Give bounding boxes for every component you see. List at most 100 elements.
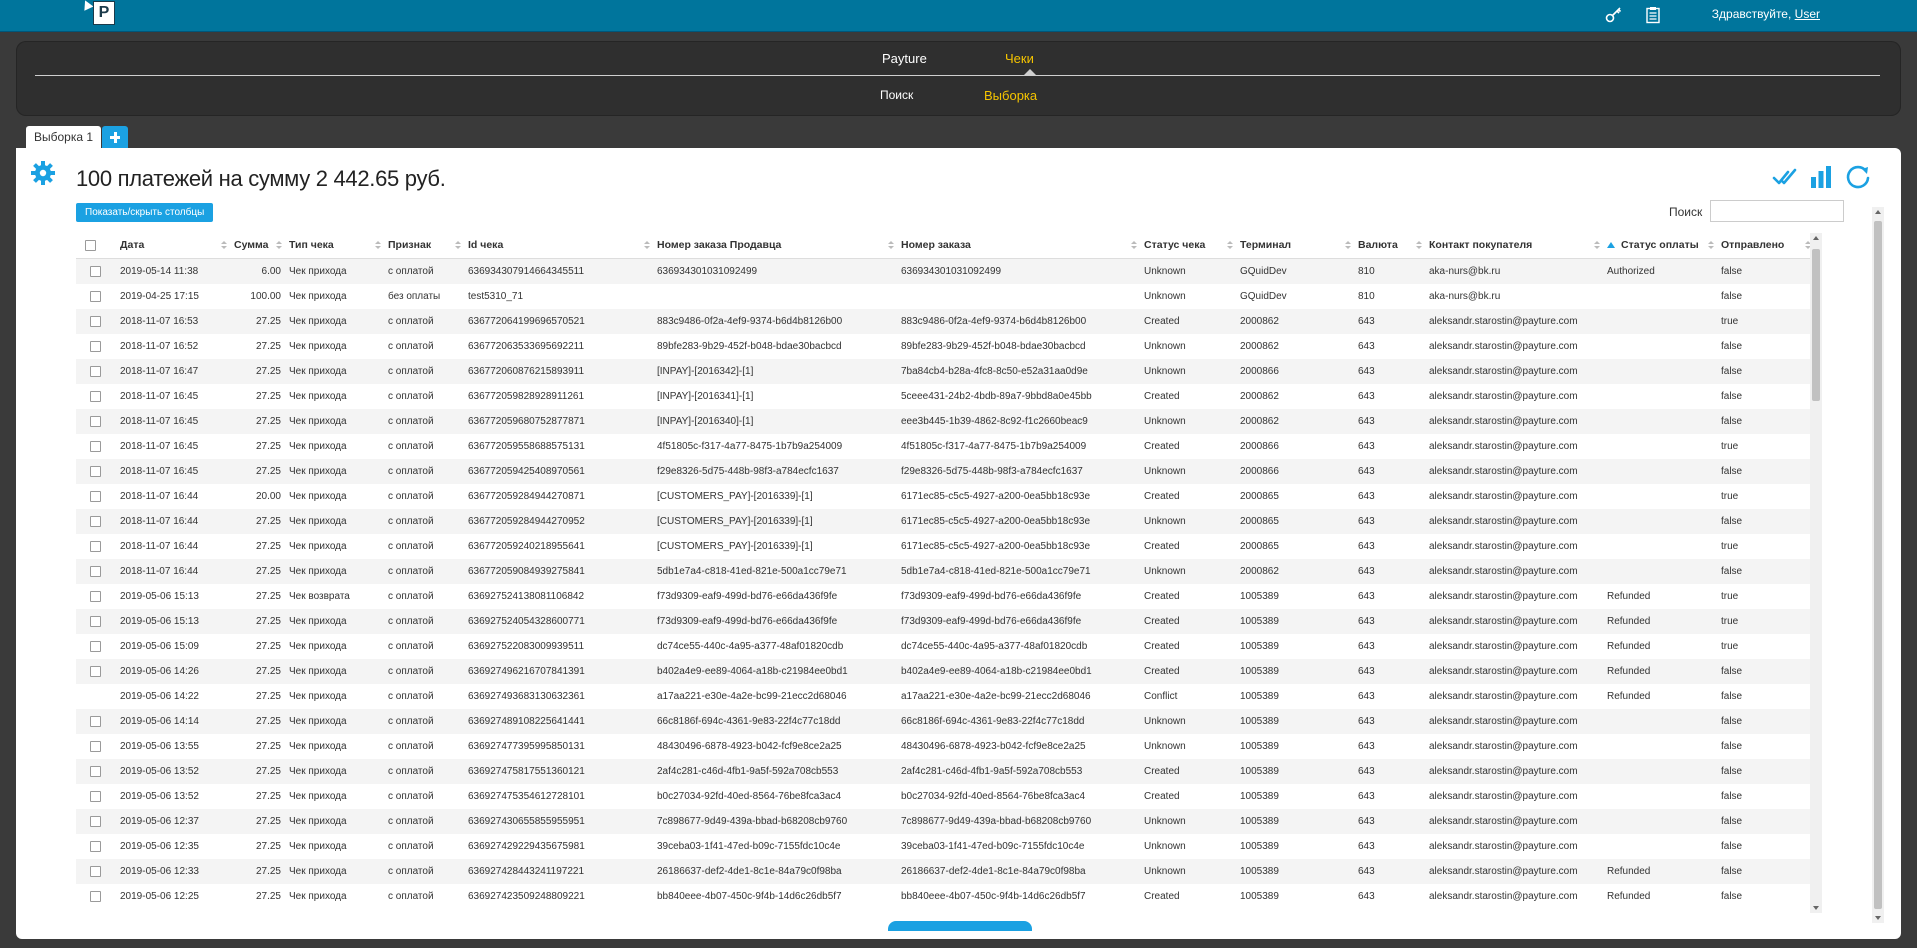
table-row[interactable]: 2019-05-14 11:38 6.00 Чек прихода с оплатой… bbox=[76, 258, 1814, 284]
table-row[interactable]: 2018-11-07 16:52 27.25 Чек прихода с оплато… bbox=[76, 334, 1814, 359]
row-checkbox[interactable] bbox=[90, 840, 101, 852]
table-row[interactable]: 2019-05-06 14:14 27.25 Чек прихода с оплато… bbox=[76, 709, 1814, 734]
key-icon[interactable] bbox=[1605, 6, 1623, 24]
scroll-up-arrow[interactable] bbox=[1813, 236, 1819, 240]
row-checkbox[interactable] bbox=[90, 765, 101, 777]
row-checkbox[interactable] bbox=[90, 865, 101, 877]
column-header-amount[interactable]: Сумма bbox=[230, 232, 285, 259]
row-checkbox[interactable] bbox=[90, 740, 101, 752]
row-checkbox[interactable] bbox=[90, 665, 101, 677]
row-checkbox[interactable] bbox=[90, 815, 101, 827]
table-row[interactable]: 2018-11-07 16:45 27.25 Чек прихода с оплато… bbox=[76, 434, 1814, 459]
column-header-check-type[interactable]: Тип чека bbox=[285, 232, 384, 259]
table-row[interactable]: 2019-05-06 12:33 27.25 Чек прихода с оплато… bbox=[76, 859, 1814, 884]
cell-date: 2018-11-07 16:45 bbox=[120, 391, 199, 402]
table-row[interactable]: 2019-04-25 17:15 100.00 Чек прихода без опл… bbox=[76, 284, 1814, 309]
table-row[interactable]: 2018-11-07 16:53 27.25 Чек прихода с оплато… bbox=[76, 309, 1814, 334]
row-select-cell bbox=[76, 834, 116, 859]
panel-scrollbar-thumb[interactable] bbox=[1874, 221, 1882, 909]
table-row[interactable]: 2018-11-07 16:45 27.25 Чек прихода с оплато… bbox=[76, 409, 1814, 434]
row-checkbox[interactable] bbox=[90, 290, 101, 302]
subnav-item-selection[interactable]: Выборка bbox=[984, 88, 1037, 103]
table-row[interactable]: 2019-05-06 13:52 27.25 Чек прихода с оплато… bbox=[76, 759, 1814, 784]
column-header-date[interactable]: Дата bbox=[116, 232, 230, 259]
table-row[interactable]: 2019-05-06 15:13 27.25 Чек возврата с оплат… bbox=[76, 584, 1814, 609]
row-checkbox[interactable] bbox=[90, 715, 101, 727]
row-checkbox[interactable] bbox=[90, 315, 101, 327]
row-checkbox[interactable] bbox=[90, 640, 101, 652]
table-row[interactable]: 2018-11-07 16:44 27.25 Чек прихода с оплато… bbox=[76, 534, 1814, 559]
row-checkbox[interactable] bbox=[90, 265, 101, 277]
table-row[interactable]: 2019-05-06 15:09 27.25 Чек прихода с оплато… bbox=[76, 634, 1814, 659]
row-checkbox[interactable] bbox=[90, 415, 101, 427]
row-checkbox[interactable] bbox=[90, 615, 101, 627]
cell-sent: false bbox=[1721, 791, 1743, 802]
table-row[interactable]: 2019-05-06 12:25 27.25 Чек прихода с оплато… bbox=[76, 884, 1814, 909]
table-row[interactable]: 2019-05-06 15:13 27.25 Чек прихода с оплато… bbox=[76, 609, 1814, 634]
cell-buyer-contact: aleksandr.starostin@payture.com bbox=[1429, 591, 1578, 602]
toggle-columns-button[interactable]: Показать/скрыть столбцы bbox=[76, 203, 214, 222]
table-row[interactable]: 2018-11-07 16:45 27.25 Чек прихода с оплато… bbox=[76, 384, 1814, 409]
select-all-checkbox[interactable] bbox=[85, 239, 96, 251]
payture-logo[interactable]: P bbox=[93, 1, 115, 25]
column-header-order-number[interactable]: Номер заказа bbox=[897, 232, 1140, 259]
row-checkbox[interactable] bbox=[90, 540, 101, 552]
search-input[interactable] bbox=[1710, 200, 1844, 222]
column-header-seller-order-number[interactable]: Номер заказа Продавца bbox=[653, 232, 897, 259]
table-row[interactable]: 2019-05-06 12:35 27.25 Чек прихода с оплато… bbox=[76, 834, 1814, 859]
panel-scroll-down-arrow[interactable] bbox=[1875, 916, 1881, 920]
row-checkbox[interactable] bbox=[90, 365, 101, 377]
column-header-currency[interactable]: Валюта bbox=[1354, 232, 1425, 259]
user-link[interactable]: User bbox=[1795, 7, 1820, 21]
tab-selection-1[interactable]: Выборка 1 bbox=[26, 126, 102, 148]
column-header-terminal[interactable]: Терминал bbox=[1236, 232, 1354, 259]
cell-sent: false bbox=[1717, 559, 1814, 584]
column-header-sign[interactable]: Признак bbox=[384, 232, 464, 259]
table-scrollbar-thumb[interactable] bbox=[1812, 249, 1820, 401]
column-header-sent[interactable]: Отправлено bbox=[1717, 232, 1814, 259]
table-row[interactable]: 2019-05-06 12:37 27.25 Чек прихода с оплато… bbox=[76, 809, 1814, 834]
row-checkbox[interactable] bbox=[90, 440, 101, 452]
load-more-button[interactable] bbox=[888, 921, 1032, 931]
table-scrollbar[interactable] bbox=[1810, 233, 1822, 913]
table-row[interactable]: 2018-11-07 16:44 20.00 Чек прихода с оплато… bbox=[76, 484, 1814, 509]
gear-icon[interactable] bbox=[30, 160, 56, 186]
cell-currency: 643 bbox=[1358, 541, 1375, 552]
row-checkbox[interactable] bbox=[90, 565, 101, 577]
panel-scrollbar[interactable] bbox=[1872, 207, 1884, 923]
table-row[interactable]: 2019-05-06 14:26 27.25 Чек прихода с оплато… bbox=[76, 659, 1814, 684]
bar-chart-icon[interactable] bbox=[1808, 164, 1834, 190]
add-tab-button[interactable] bbox=[102, 126, 128, 148]
column-header-payment-status[interactable]: Статус оплаты bbox=[1603, 232, 1717, 259]
row-checkbox[interactable] bbox=[90, 590, 101, 602]
double-check-icon[interactable] bbox=[1772, 164, 1798, 190]
subnav-item-search[interactable]: Поиск bbox=[880, 88, 913, 102]
cell-check-type: Чек прихода bbox=[285, 659, 384, 684]
row-checkbox[interactable] bbox=[90, 515, 101, 527]
row-checkbox[interactable] bbox=[90, 790, 101, 802]
row-checkbox[interactable] bbox=[90, 490, 101, 502]
row-checkbox[interactable] bbox=[90, 340, 101, 352]
cell-date: 2019-05-06 12:37 bbox=[116, 809, 230, 834]
panel-scroll-up-arrow[interactable] bbox=[1875, 210, 1881, 214]
cell-amount: 100.00 bbox=[250, 291, 281, 302]
table-row[interactable]: 2018-11-07 16:44 27.25 Чек прихода с оплато… bbox=[76, 509, 1814, 534]
select-all-header[interactable] bbox=[76, 232, 116, 259]
row-checkbox[interactable] bbox=[90, 390, 101, 402]
scroll-down-arrow[interactable] bbox=[1813, 906, 1819, 910]
refresh-icon[interactable] bbox=[1845, 164, 1871, 190]
table-row[interactable]: 2019-05-06 14:22 27.25 Чек прихода с оплато… bbox=[76, 684, 1814, 709]
column-header-check-id[interactable]: Id чека bbox=[464, 232, 653, 259]
nav-item-checks[interactable]: Чеки bbox=[1005, 51, 1034, 66]
nav-item-payture[interactable]: Payture bbox=[882, 51, 927, 66]
clipboard-icon[interactable] bbox=[1644, 6, 1662, 24]
table-row[interactable]: 2019-05-06 13:55 27.25 Чек прихода с оплато… bbox=[76, 734, 1814, 759]
table-row[interactable]: 2018-11-07 16:44 27.25 Чек прихода с оплато… bbox=[76, 559, 1814, 584]
table-row[interactable]: 2019-05-06 13:52 27.25 Чек прихода с оплато… bbox=[76, 784, 1814, 809]
column-header-buyer-contact[interactable]: Контакт покупателя bbox=[1425, 232, 1603, 259]
row-checkbox[interactable] bbox=[90, 465, 101, 477]
table-row[interactable]: 2018-11-07 16:45 27.25 Чек прихода с оплато… bbox=[76, 459, 1814, 484]
column-header-check-status[interactable]: Статус чека bbox=[1140, 232, 1236, 259]
row-checkbox[interactable] bbox=[90, 890, 101, 902]
table-row[interactable]: 2018-11-07 16:47 27.25 Чек прихода с оплато… bbox=[76, 359, 1814, 384]
